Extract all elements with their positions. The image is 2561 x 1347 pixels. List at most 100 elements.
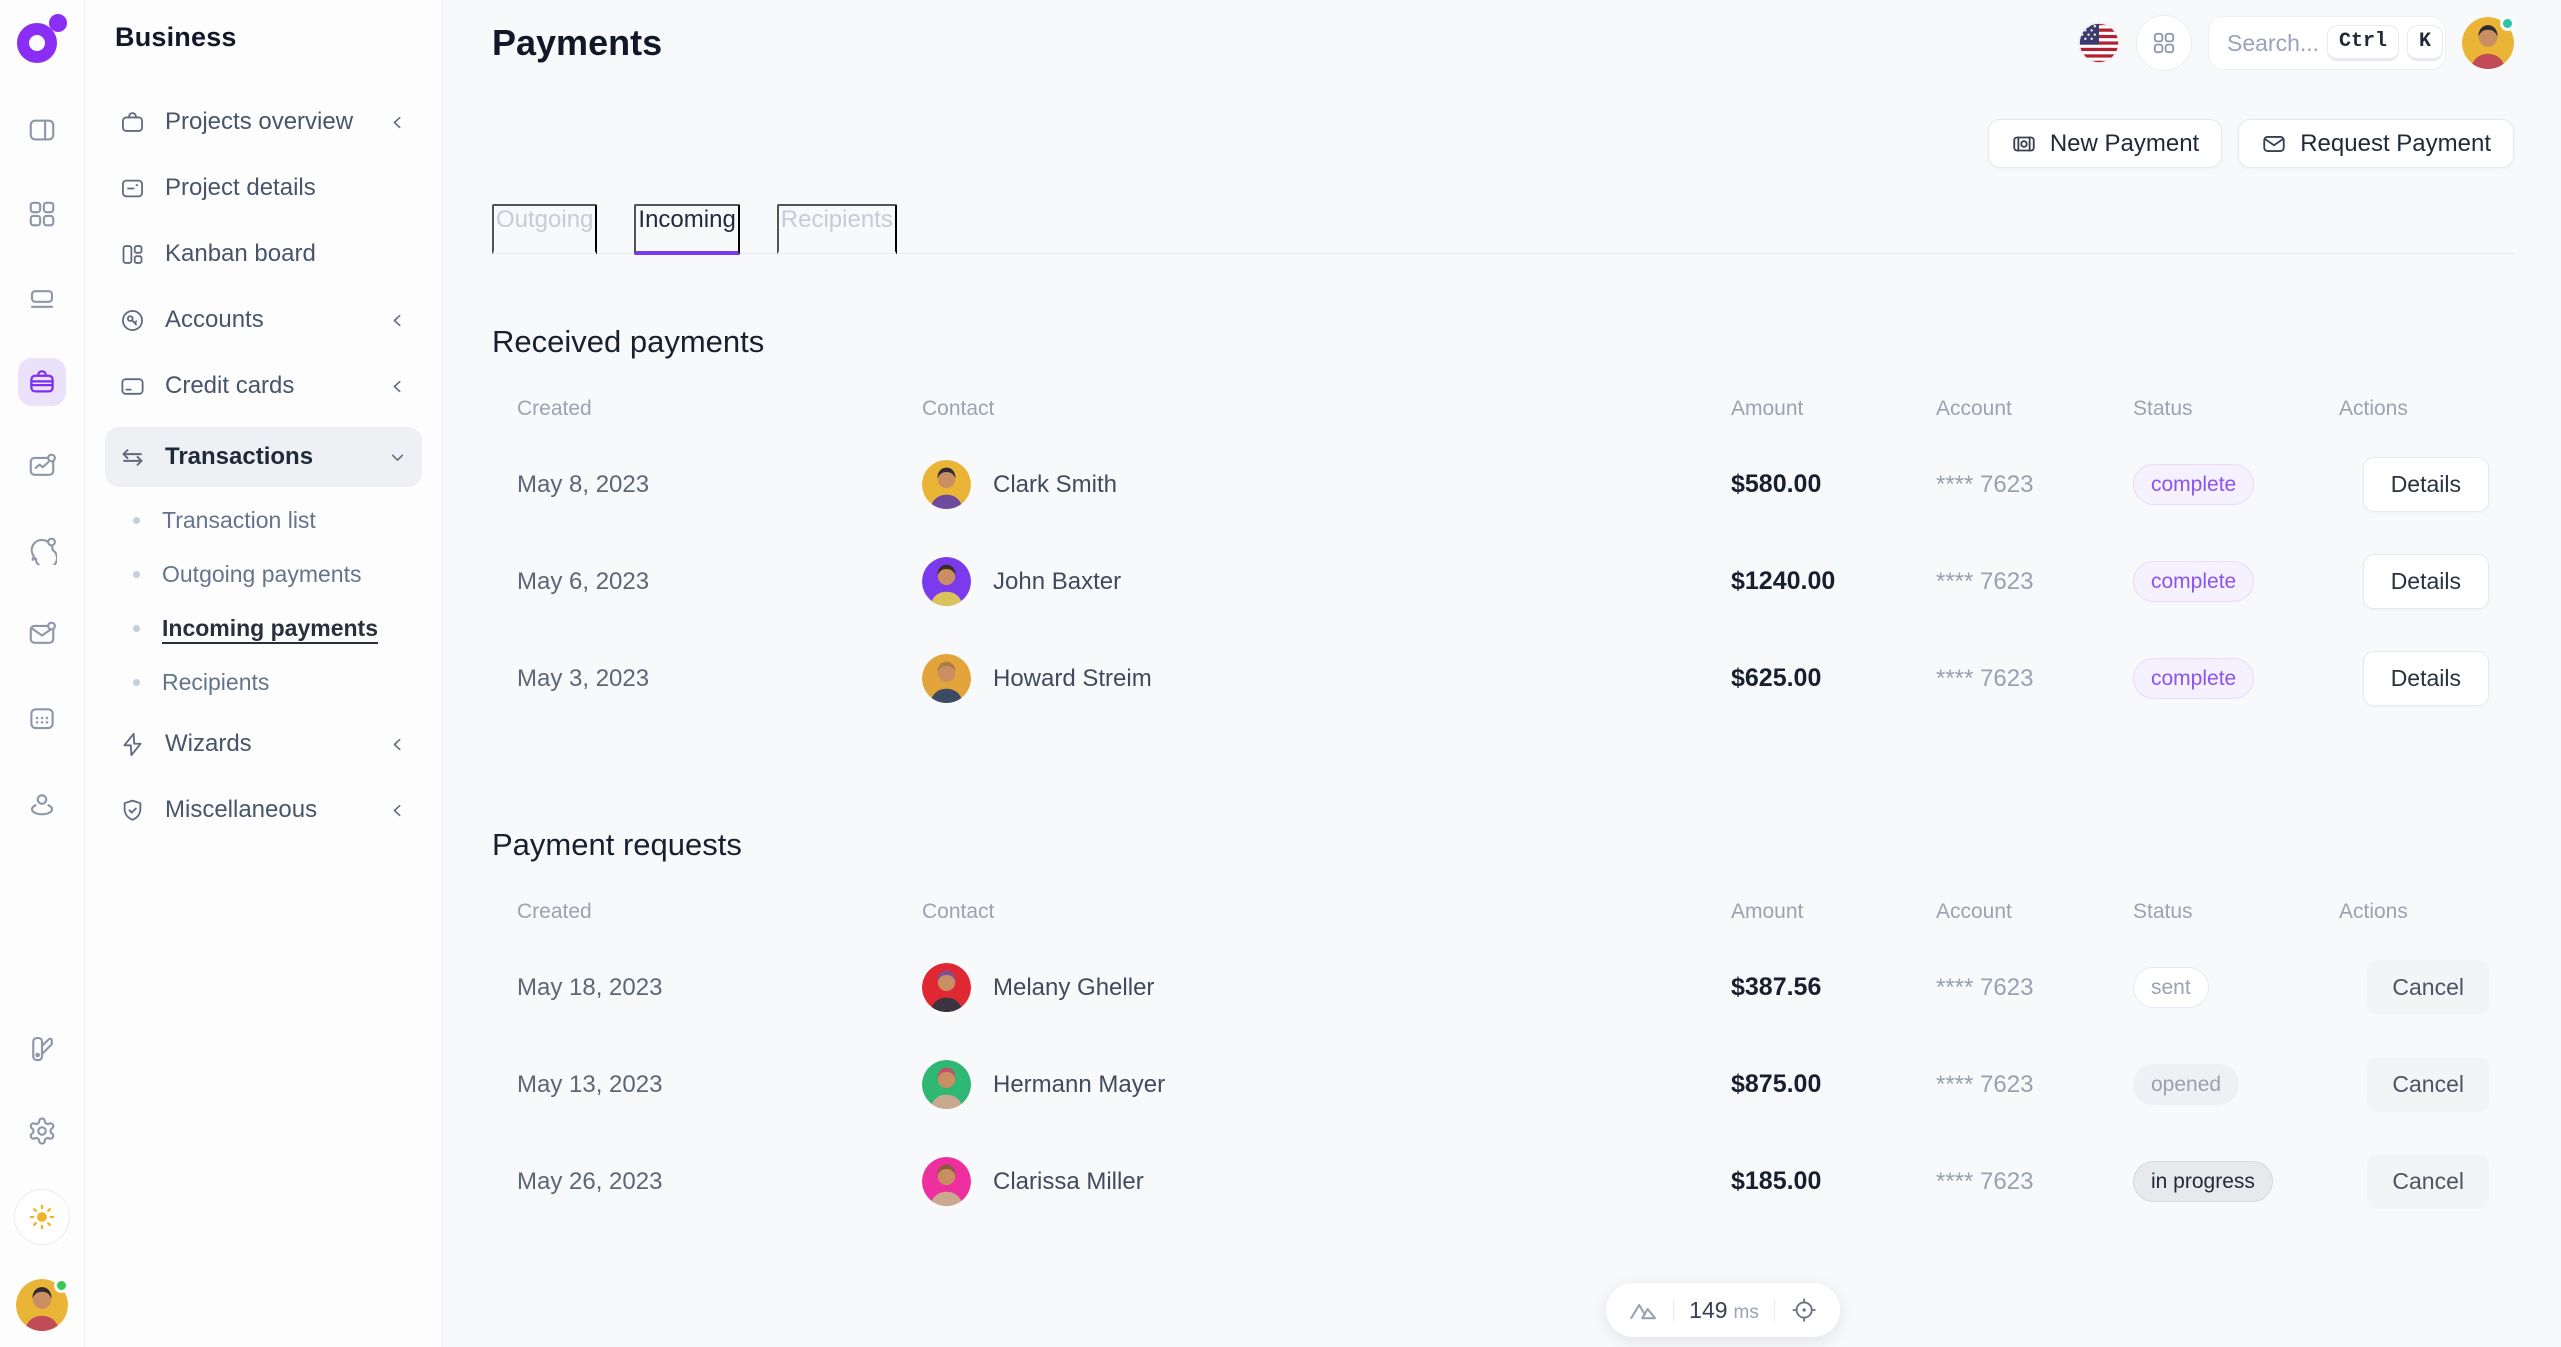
row-status: sent [2133,967,2339,1008]
row-amount: $185.00 [1731,1167,1936,1196]
global-search: Ctrl K [2208,16,2446,70]
contact-avatar [922,654,971,703]
sidebar-subitem-transaction-list[interactable]: Transaction list [105,497,422,543]
column-header: Contact [922,397,1731,421]
row-amount: $580.00 [1731,470,1936,499]
column-header: Amount [1731,900,1936,924]
sidebar-item-kanban-board[interactable]: Kanban board [105,229,422,279]
chevron-left-icon [387,800,408,821]
mountains-icon [1628,1295,1658,1325]
bullet-dot [133,517,140,524]
main-content: Payments [443,0,2561,1347]
sidebar-item-transactions[interactable]: Transactions [105,427,422,487]
section-title: Received payments [492,324,2514,360]
cancel-button[interactable]: Cancel [2367,960,2489,1015]
contact-avatar [922,1157,971,1206]
received-payments-table: Created Contact Amount Account Status Ac… [492,382,2514,727]
row-account: **** 7623 [1936,1071,2133,1099]
sidebar-item-miscellaneous[interactable]: Miscellaneous [105,785,422,835]
row-created: May 6, 2023 [517,568,922,596]
status-badge: complete [2133,658,2254,699]
contact-name: John Baxter [993,568,1121,596]
rail-user-avatar[interactable] [16,1279,68,1331]
settings-gear-icon[interactable] [18,1107,66,1155]
payments-briefcase-icon[interactable] [18,358,66,406]
chevron-left-icon [387,734,408,755]
locate-crosshair-icon[interactable] [1790,1296,1818,1324]
detail-card-icon [119,175,146,202]
sidebar-panel-icon[interactable] [18,106,66,154]
row-contact: Melany Gheller [922,963,1731,1012]
inbox-tray-icon[interactable] [18,274,66,322]
design-kit-icon[interactable] [18,1025,66,1073]
button-label: New Payment [2050,130,2199,158]
row-account: **** 7623 [1936,568,2133,596]
calendar-icon[interactable] [18,694,66,742]
online-status-dot [2500,16,2515,31]
payment-requests-table: Created Contact Amount Account Status Ac… [492,885,2514,1230]
banknote-icon [2011,131,2037,157]
app-window: Business Projects overview Project detai… [0,0,2561,1347]
row-amount: $387.56 [1731,973,1936,1002]
bullet-dot [133,571,140,578]
mail-icon[interactable] [18,610,66,658]
cancel-button[interactable]: Cancel [2367,1057,2489,1112]
row-contact: Hermann Mayer [922,1060,1731,1109]
sidebar-subitem-incoming-payments[interactable]: Incoming payments [105,605,422,651]
tab-incoming[interactable]: Incoming [634,204,739,255]
request-payment-button[interactable]: Request Payment [2238,119,2514,168]
column-header: Actions [2339,900,2514,924]
row-amount: $875.00 [1731,1070,1936,1099]
status-badge: complete [2133,464,2254,505]
briefcase-icon [119,109,146,136]
sidebar-item-projects-overview[interactable]: Projects overview [105,97,422,147]
tab-outgoing[interactable]: Outgoing [492,204,597,255]
apps-grid-icon[interactable] [18,190,66,238]
details-button[interactable]: Details [2363,651,2489,706]
column-header: Account [1936,900,2133,924]
sidebar-subitem-outgoing-payments[interactable]: Outgoing payments [105,551,422,597]
bullet-dot [133,625,140,632]
row-status: complete [2133,464,2339,505]
sidebar-subitem-label: Incoming payments [162,615,378,642]
dev-status-pill: 149ms [1606,1283,1840,1337]
payments-tabs: Outgoing Incoming Recipients [492,204,2514,254]
analytics-chart-icon[interactable] [18,442,66,490]
row-contact: Clarissa Miller [922,1157,1731,1206]
chevron-down-icon [387,447,408,468]
row-account: **** 7623 [1936,1168,2133,1196]
search-input[interactable] [2227,30,2319,57]
column-header: Created [517,900,922,924]
kbd-ctrl: Ctrl [2327,25,2399,61]
sidebar-item-label: Accounts [165,306,264,334]
app-logo[interactable] [15,14,69,68]
sidebar-item-label: Miscellaneous [165,796,317,824]
row-created: May 3, 2023 [517,665,922,693]
kbd-k: K [2407,25,2443,61]
tab-recipients[interactable]: Recipients [777,204,897,255]
table-row: May 6, 2023 John Baxter $1240.00 **** 76… [517,533,2514,630]
chevron-left-icon [387,112,408,133]
details-button[interactable]: Details [2363,457,2489,512]
details-button[interactable]: Details [2363,554,2489,609]
chevron-left-icon [387,376,408,397]
sidebar-menu: Projects overview Project details Kanban… [105,97,422,851]
bullet-dot [133,679,140,686]
sidebar-item-project-details[interactable]: Project details [105,163,422,213]
chat-icon[interactable] [18,526,66,574]
table-row: May 3, 2023 Howard Streim $625.00 **** 7… [517,630,2514,727]
user-avatar[interactable] [2462,17,2514,69]
sidebar-item-wizards[interactable]: Wizards [105,719,422,769]
contact-name: Melany Gheller [993,974,1154,1002]
new-payment-button[interactable]: New Payment [1988,119,2222,168]
live-location-icon[interactable] [18,778,66,826]
sidebar-item-accounts[interactable]: Accounts [105,295,422,345]
apps-launcher-icon[interactable] [2136,15,2192,71]
sidebar-item-credit-cards[interactable]: Credit cards [105,361,422,411]
language-flag-us-icon[interactable] [2078,22,2120,64]
status-badge: complete [2133,561,2254,602]
theme-toggle-sun-icon[interactable] [14,1189,70,1245]
online-status-dot [54,1278,69,1293]
cancel-button[interactable]: Cancel [2367,1154,2489,1209]
sidebar-subitem-recipients[interactable]: Recipients [105,659,422,705]
